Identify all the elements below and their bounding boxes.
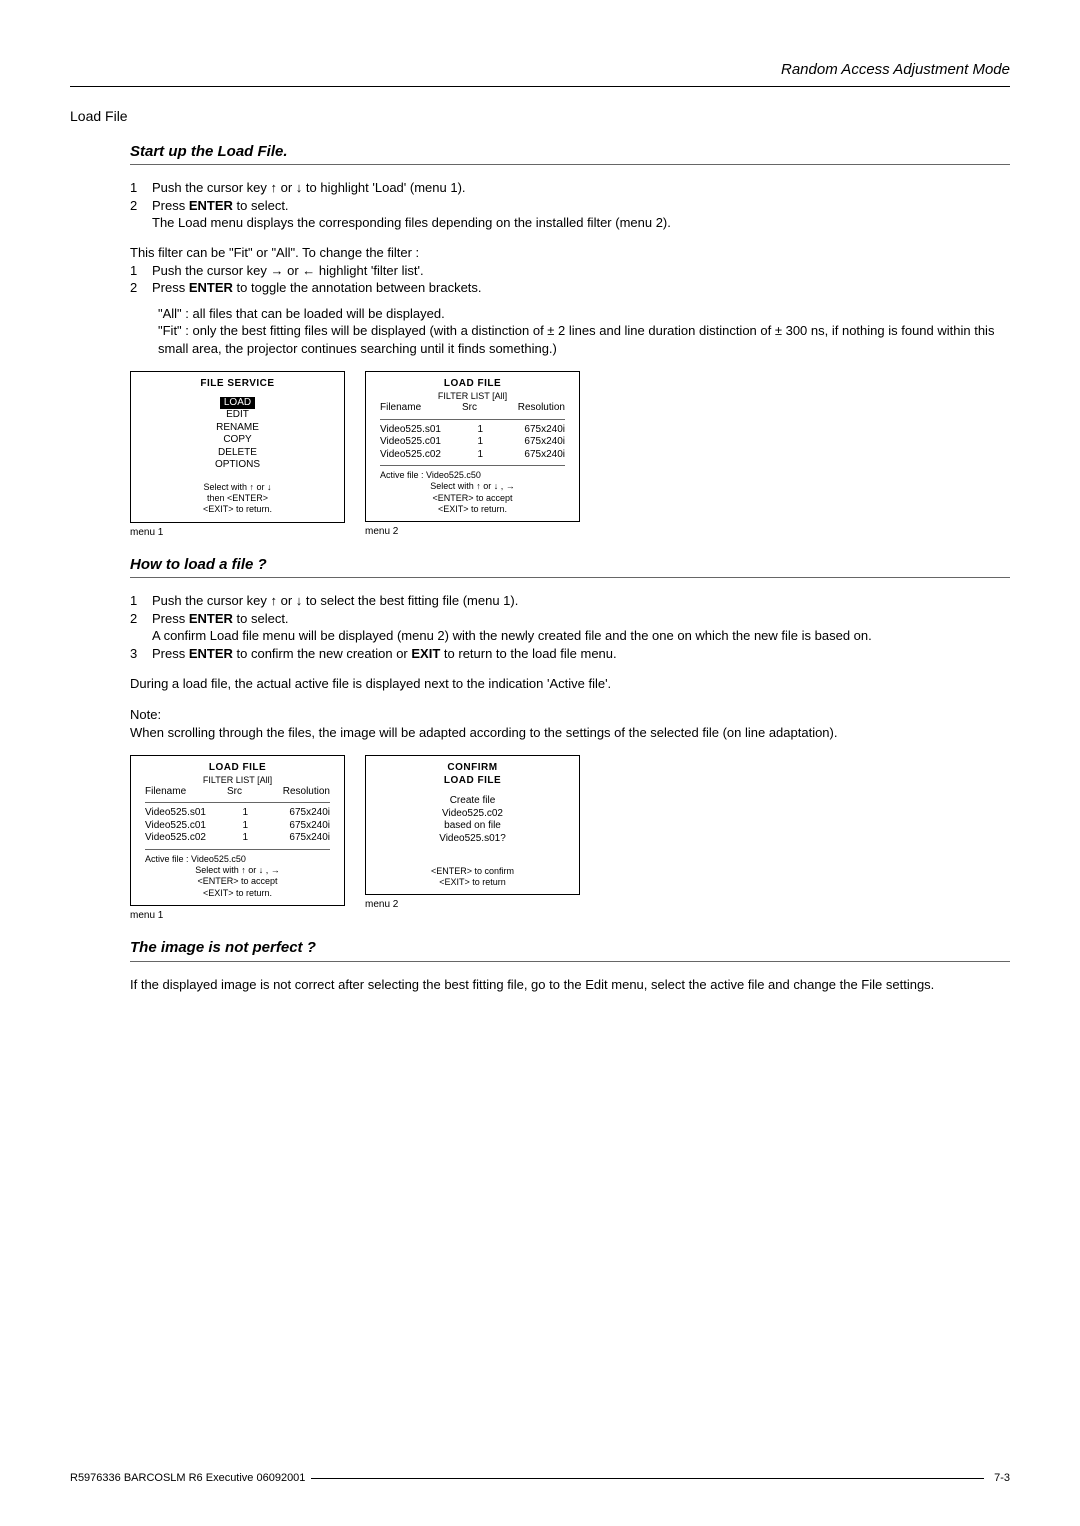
list-number: 1 — [130, 592, 152, 610]
paragraph: During a load file, the actual active fi… — [130, 675, 1010, 693]
list-text: Press ENTER to select. — [152, 197, 289, 215]
list-number: 2 — [130, 197, 152, 215]
menu-title: LOAD FILE — [137, 762, 338, 775]
cell: 1 — [478, 449, 498, 462]
menu-load-file: LOAD FILE FILTER LIST [All] Filename Src… — [365, 371, 580, 522]
menu-hint: <EXIT> to return. — [137, 888, 338, 899]
paragraph: This filter can be "Fit" or "All". To ch… — [130, 244, 1010, 262]
menu-load-file: LOAD FILE FILTER LIST [All] Filename Src… — [130, 755, 345, 906]
active-file: Active file : Video525.c50 — [137, 854, 338, 865]
menu-title: LOAD FILE — [372, 378, 573, 391]
notperfect-body: If the displayed image is not correct af… — [130, 976, 1010, 994]
page-header: Random Access Adjustment Mode — [70, 60, 1010, 87]
cell: Video525.c02 — [145, 832, 235, 845]
section-title: Load File — [70, 107, 1010, 126]
cell: Video525.s01 — [145, 807, 235, 820]
notperfect-heading: The image is not perfect ? — [130, 938, 1010, 961]
list-number: 2 — [130, 610, 152, 628]
howto-body: 1 Push the cursor key ↑ or ↓ to select t… — [130, 592, 1010, 922]
list-number: 3 — [130, 645, 152, 663]
page-footer: R5976336 BARCOSLM R6 Executive 06092001 … — [70, 1471, 1010, 1486]
col-header: Src — [227, 786, 242, 799]
cell: 675x240i — [505, 436, 565, 449]
step-subtext: The Load menu displays the corresponding… — [152, 214, 1010, 232]
menu-title: FILE SERVICE — [137, 378, 338, 391]
menu-item: EDIT — [137, 409, 338, 422]
list-number: 1 — [130, 262, 152, 280]
menu-hint: <EXIT> to return. — [372, 504, 573, 515]
cell: 675x240i — [505, 449, 565, 462]
list-text: Push the cursor key ↑ or ↓ to select the… — [152, 592, 518, 610]
cell: 675x240i — [270, 820, 330, 833]
confirm-line: Create file — [372, 795, 573, 808]
col-header: Src — [462, 402, 477, 415]
list-text: Press ENTER to select. — [152, 610, 289, 628]
confirm-line: Video525.s01? — [372, 833, 573, 846]
menu-item: OPTIONS — [137, 459, 338, 472]
menu-caption: menu 2 — [365, 898, 580, 912]
cell: 1 — [478, 424, 498, 437]
note-text: When scrolling through the files, the im… — [130, 724, 1010, 742]
menu-caption: menu 1 — [130, 909, 345, 923]
step-subtext: A confirm Load file menu will be display… — [152, 627, 1010, 645]
cell: Video525.s01 — [380, 424, 470, 437]
menu-hint: <EXIT> to return. — [137, 504, 338, 515]
howto-heading: How to load a file ? — [130, 555, 1010, 578]
menu-hint: <EXIT> to return — [372, 877, 573, 888]
fit-description: "Fit" : only the best fitting files will… — [158, 322, 1010, 357]
menu-hint: Select with ↑ or ↓ , → — [137, 865, 338, 876]
menu-filter: FILTER LIST [All] — [372, 391, 573, 402]
cell: Video525.c01 — [145, 820, 235, 833]
all-description: "All" : all files that can be loaded wil… — [158, 305, 1010, 323]
col-header: Filename — [145, 786, 186, 799]
menu-item-load: LOAD — [220, 397, 255, 410]
col-header: Filename — [380, 402, 421, 415]
active-file: Active file : Video525.c50 — [372, 470, 573, 481]
confirm-line: based on file — [372, 820, 573, 833]
menu-confirm-load: CONFIRM LOAD FILE Create file Video525.c… — [365, 755, 580, 895]
footer-page: 7-3 — [984, 1471, 1010, 1486]
menu-hint: <ENTER> to accept — [372, 493, 573, 504]
cell: Video525.c01 — [380, 436, 470, 449]
menu-hint: <ENTER> to confirm — [372, 866, 573, 877]
col-header: Resolution — [518, 402, 565, 415]
cell: 1 — [243, 820, 263, 833]
list-text: Push the cursor key → or ← highlight 'fi… — [152, 262, 424, 280]
startup-body: 1 Push the cursor key ↑ or ↓ to highligh… — [130, 179, 1010, 539]
confirm-line: Video525.c02 — [372, 808, 573, 821]
cell: 1 — [243, 807, 263, 820]
menu-hint: Select with ↑ or ↓ — [137, 482, 338, 493]
menu-hint: Select with ↑ or ↓ , → — [372, 481, 573, 492]
header-title: Random Access Adjustment Mode — [781, 61, 1010, 78]
cell: 675x240i — [505, 424, 565, 437]
menu-caption: menu 1 — [130, 526, 345, 540]
list-number: 2 — [130, 279, 152, 297]
menu-hint: <ENTER> to accept — [137, 876, 338, 887]
list-number: 1 — [130, 179, 152, 197]
menu-file-service: FILE SERVICE LOAD EDIT RENAME COPY DELET… — [130, 371, 345, 522]
cell: 1 — [243, 832, 263, 845]
menu-hint: then <ENTER> — [137, 493, 338, 504]
list-text: Press ENTER to confirm the new creation … — [152, 645, 617, 663]
menu-filter: FILTER LIST [All] — [137, 775, 338, 786]
footer-rule — [311, 1478, 984, 1480]
cell: 1 — [478, 436, 498, 449]
cell: 675x240i — [270, 807, 330, 820]
note-label: Note: — [130, 706, 1010, 724]
menu-item: COPY — [137, 434, 338, 447]
list-text: Press ENTER to toggle the annotation bet… — [152, 279, 482, 297]
menu-item: DELETE — [137, 447, 338, 460]
col-header: Resolution — [283, 786, 330, 799]
cell: 675x240i — [270, 832, 330, 845]
menu-title: CONFIRM — [372, 762, 573, 775]
cell: Video525.c02 — [380, 449, 470, 462]
footer-text: R5976336 BARCOSLM R6 Executive 06092001 — [70, 1471, 311, 1486]
startup-heading: Start up the Load File. — [130, 142, 1010, 165]
menu-title: LOAD FILE — [372, 775, 573, 788]
menu-caption: menu 2 — [365, 525, 580, 539]
paragraph: If the displayed image is not correct af… — [130, 976, 1010, 994]
menu-item: RENAME — [137, 422, 338, 435]
list-text: Push the cursor key ↑ or ↓ to highlight … — [152, 179, 466, 197]
